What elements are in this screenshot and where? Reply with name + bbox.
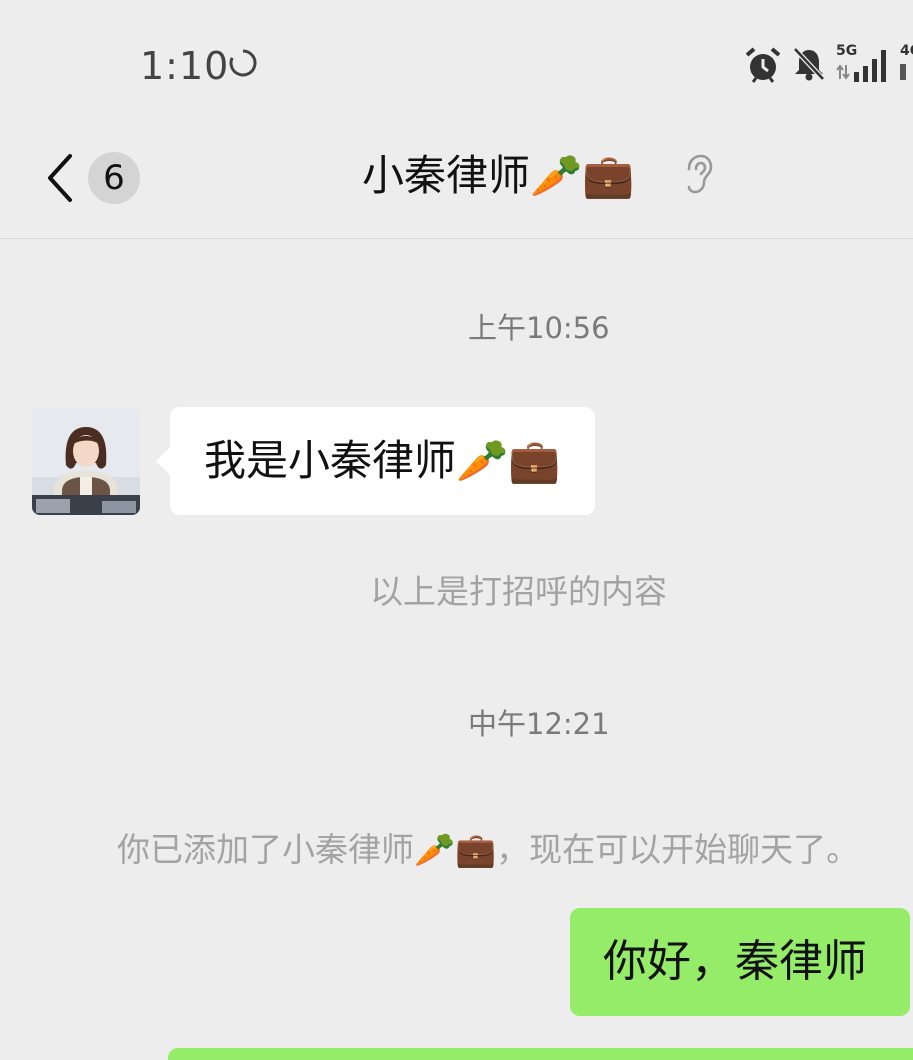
unread-count-badge: 6: [88, 152, 140, 204]
status-bar: 1:10 5G 4: [0, 0, 913, 130]
greeting-notice: 以上是打招呼的内容: [370, 572, 667, 611]
sync-icon: [229, 49, 257, 77]
outgoing-message-bubble-partial[interactable]: [168, 1048, 913, 1060]
chat-header: 6 小秦律师🥕💼: [0, 130, 913, 239]
message-timestamp: 上午10:56: [468, 311, 610, 345]
message-list[interactable]: 上午10:56 我是小秦律师🥕💼 以上是打招呼的内容 中午12:21 你已添加了…: [0, 239, 913, 1060]
alarm-icon: [745, 47, 781, 83]
chat-title[interactable]: 小秦律师🥕💼: [362, 146, 635, 206]
message-timestamp: 中午12:21: [468, 707, 610, 741]
status-time: 1:10: [140, 44, 230, 88]
ear-icon[interactable]: [680, 152, 714, 196]
signal-bar-partial: [900, 64, 906, 80]
avatar[interactable]: [32, 407, 140, 515]
chat-screen: 1:10 5G 4 6 小秦律师🥕💼 上午10:56 我是小秦律师🥕💼 以上是打…: [0, 0, 913, 1060]
back-button[interactable]: 6: [36, 148, 146, 208]
bell-muted-icon: [793, 47, 825, 81]
friend-added-notice: 你已添加了小秦律师🥕💼，现在可以开始聊天了。: [117, 830, 860, 869]
network-type-label-2: 4G: [900, 43, 913, 59]
data-arrows-icon: [836, 64, 850, 80]
outgoing-message-bubble[interactable]: 你好，秦律师: [570, 908, 910, 1016]
avatar-photo: [32, 407, 140, 515]
signal-bars-icon: [854, 50, 886, 82]
chevron-left-icon: [48, 154, 72, 202]
incoming-message-bubble[interactable]: 我是小秦律师🥕💼: [156, 407, 595, 515]
